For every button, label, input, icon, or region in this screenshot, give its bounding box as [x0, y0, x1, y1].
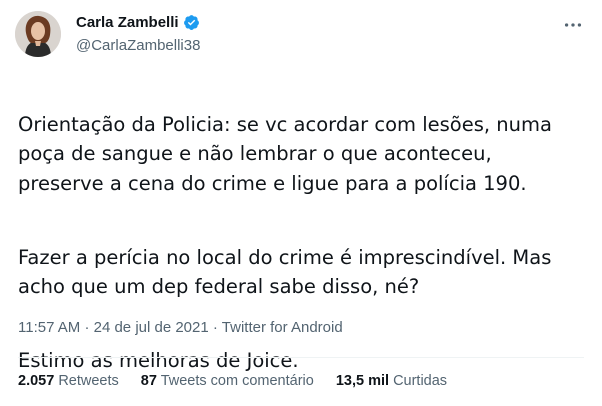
- tweet-paragraph-1: Orientação da Policia: se vc acordar com…: [18, 112, 552, 195]
- quotes-count: 87: [140, 373, 157, 389]
- profile-photo-icon: [15, 11, 61, 57]
- author-display-name[interactable]: Carla Zambelli: [76, 14, 179, 31]
- retweets-stat[interactable]: 2.057 Retweets: [18, 373, 119, 389]
- tweet-time[interactable]: 11:57 AM: [18, 319, 80, 336]
- tweet-meta: 11:57 AM · 24 de jul de 2021 · Twitter f…: [18, 319, 343, 336]
- tweet-stats: 2.057 Retweets 87 Tweets com comentário …: [18, 373, 469, 389]
- likes-count: 13,5 mil: [335, 373, 390, 389]
- tweet-paragraph-2: Fazer a perícia no local do crime é impr…: [18, 245, 552, 299]
- tweet-paragraph-3: Estimo as melhoras de Joice.: [18, 349, 299, 372]
- tweet-source[interactable]: Twitter for Android: [222, 319, 343, 336]
- retweets-count: 2.057: [18, 373, 55, 389]
- quote-tweets-stat[interactable]: 87 Tweets com comentário: [141, 373, 314, 389]
- verified-badge-icon: [183, 15, 199, 30]
- avatar[interactable]: [15, 11, 61, 57]
- meta-separator: ·: [84, 319, 90, 336]
- quotes-label: Tweets com comentário: [160, 373, 314, 389]
- divider: [18, 357, 584, 358]
- author-handle[interactable]: @CarlaZambelli38: [76, 37, 200, 54]
- tweet-date[interactable]: 24 de jul de 2021: [94, 319, 209, 336]
- likes-stat[interactable]: 13,5 mil Curtidas: [336, 373, 447, 389]
- author-name-row: Carla Zambelli: [76, 14, 200, 31]
- tweet-card: Carla Zambelli @CarlaZambelli38 Orientaç…: [0, 0, 602, 406]
- more-horizontal-icon[interactable]: [562, 14, 584, 36]
- retweets-label: Retweets: [58, 373, 119, 389]
- meta-separator-2: ·: [212, 319, 218, 336]
- likes-label: Curtidas: [393, 373, 448, 389]
